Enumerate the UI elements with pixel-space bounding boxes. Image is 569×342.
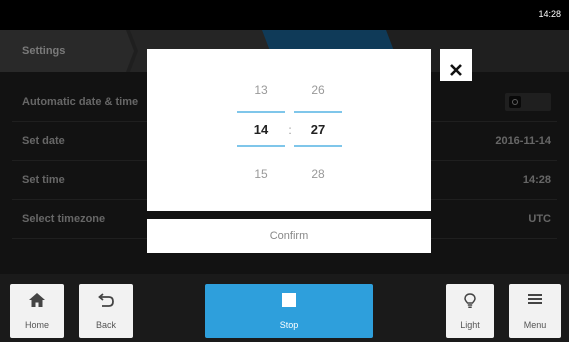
menu-label: Menu xyxy=(523,320,547,330)
home-label: Home xyxy=(24,320,49,330)
lightbulb-icon xyxy=(464,293,476,311)
hamburger-menu-icon xyxy=(528,293,542,307)
back-arrow-icon xyxy=(98,293,114,309)
selection-line-top xyxy=(237,111,285,113)
selection-line-bottom xyxy=(237,145,285,147)
selection-line-bottom xyxy=(294,145,342,147)
light-button[interactable]: Light xyxy=(446,284,494,338)
home-icon xyxy=(29,293,45,309)
light-label: Light xyxy=(460,320,480,330)
stop-label: Stop xyxy=(279,320,299,330)
hour-wheel[interactable]: 13 14 15 xyxy=(237,49,285,211)
time-separator: : xyxy=(288,123,292,137)
menu-button[interactable]: Menu xyxy=(509,284,561,338)
status-time: 14:28 xyxy=(538,9,561,19)
status-bar: 14:28 xyxy=(0,0,569,30)
close-button[interactable] xyxy=(440,49,472,81)
minute-selected[interactable]: 27 xyxy=(294,122,342,137)
hour-next[interactable]: 15 xyxy=(237,167,285,181)
screen: 14:28 Settings Automatic date & time Set… xyxy=(0,0,569,342)
minute-next[interactable]: 28 xyxy=(294,167,342,181)
minute-prev[interactable]: 26 xyxy=(294,83,342,97)
hour-selected[interactable]: 14 xyxy=(237,122,285,137)
stop-icon xyxy=(282,293,296,309)
selection-line-top xyxy=(294,111,342,113)
confirm-button[interactable]: Confirm xyxy=(147,219,431,253)
time-picker-dialog: 13 14 15 : 26 27 28 xyxy=(147,49,431,211)
back-label: Back xyxy=(95,320,116,330)
hour-prev[interactable]: 13 xyxy=(237,83,285,97)
footer-toolbar: Home Back Stop Light Menu xyxy=(0,274,569,342)
stop-button[interactable]: Stop xyxy=(205,284,373,338)
back-button[interactable]: Back xyxy=(79,284,133,338)
close-icon xyxy=(440,64,472,76)
minute-wheel[interactable]: 26 27 28 xyxy=(294,49,342,211)
home-button[interactable]: Home xyxy=(10,284,64,338)
